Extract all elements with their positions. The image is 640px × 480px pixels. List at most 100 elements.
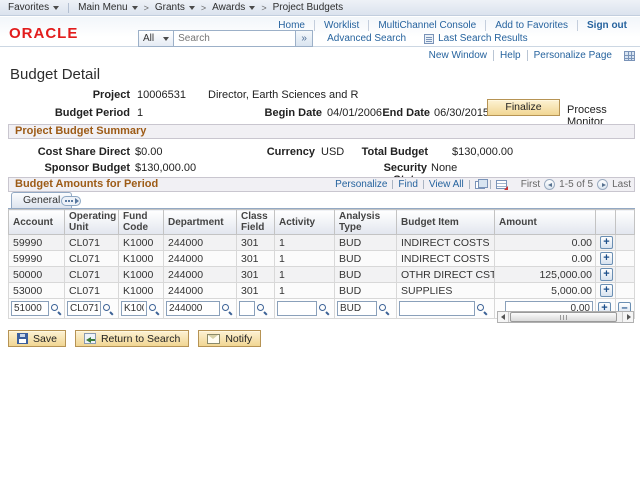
department-input[interactable] (166, 301, 220, 316)
breadcrumb-separator: > (144, 3, 149, 13)
sponsor-budget-value: $130,000.00 (135, 162, 196, 174)
personalize-link[interactable]: Personalize (335, 178, 387, 191)
scrollbar-track (509, 312, 622, 322)
download-to-excel-icon[interactable] (496, 180, 507, 189)
budget-detail-screen: Favorites Main Menu > Grants > Awards > … (0, 0, 640, 480)
new-window-link[interactable]: New Window (423, 50, 493, 61)
activity-input[interactable] (277, 301, 317, 316)
search-input[interactable] (174, 30, 296, 47)
lookup-icon[interactable] (256, 303, 268, 315)
breadcrumb-main-menu-label: Main Menu (78, 2, 127, 13)
add-row-button[interactable]: + (600, 236, 613, 249)
search-scope-select[interactable]: All (138, 30, 174, 47)
project-description: Director, Earth Sciences and R (208, 89, 358, 101)
table-header-row: Account Operating Unit Fund Code Departm… (9, 210, 635, 235)
chevron-down-icon (249, 6, 255, 10)
account-input[interactable] (11, 301, 49, 316)
add-row-button[interactable]: + (600, 268, 613, 281)
scrollbar-thumb[interactable] (510, 312, 617, 322)
help-link[interactable]: Help (493, 50, 527, 61)
search-go-button[interactable]: » (296, 30, 313, 47)
next-page-icon[interactable] (597, 179, 608, 190)
save-button-label: Save (33, 333, 57, 345)
breadcrumb-awards[interactable]: Awards (212, 2, 255, 13)
scroll-right-arrow[interactable] (622, 312, 633, 322)
search-bar: All » Advanced Search Last Search Result… (138, 30, 528, 47)
project-budget-summary-title: Project Budget Summary (15, 125, 146, 137)
header-bar: ORACLE Home Worklist MultiChannel Consol… (0, 17, 640, 47)
last-search-results[interactable]: Last Search Results (424, 33, 528, 44)
toolbar-separator (423, 180, 424, 189)
page-title: Budget Detail (10, 66, 100, 83)
horizontal-scrollbar[interactable] (497, 311, 634, 323)
breadcrumb-favorites[interactable]: Favorites (8, 2, 59, 13)
advanced-search-link[interactable]: Advanced Search (327, 33, 406, 44)
return-arrow-icon (84, 333, 96, 344)
col-department: Department (164, 210, 237, 235)
col-fund-code: Fund Code (119, 210, 164, 235)
toolbar-separator (490, 180, 491, 189)
page-action-toolbar: Save Return to Search Notify (8, 330, 261, 347)
lookup-icon[interactable] (318, 303, 330, 315)
col-amount: Amount (495, 210, 596, 235)
total-budget-label: Total Budget (360, 146, 428, 158)
oracle-logo: ORACLE (9, 25, 78, 42)
class-field-input[interactable] (239, 301, 255, 316)
previous-page-icon[interactable] (544, 179, 555, 190)
project-budget-summary-header: Project Budget Summary (8, 124, 635, 139)
table-row: 59990 CL071 K1000 244000 301 1 BUD INDIR… (9, 251, 635, 267)
search-results-icon (424, 34, 434, 44)
sign-out-link[interactable]: Sign out (577, 20, 636, 31)
lookup-icon[interactable] (378, 303, 390, 315)
view-all-link[interactable]: View All (429, 178, 464, 191)
currency-label: Currency (255, 146, 315, 158)
lookup-icon[interactable] (50, 303, 62, 315)
notify-button-label: Notify (225, 333, 252, 345)
toolbar-separator (392, 180, 393, 189)
finalize-button[interactable]: Finalize (487, 99, 560, 116)
end-date-value: 06/30/2015 (434, 107, 489, 119)
breadcrumb-main-menu[interactable]: Main Menu (78, 2, 137, 13)
chevron-down-icon (189, 6, 195, 10)
budget-item-input[interactable] (399, 301, 475, 316)
chevron-down-icon (53, 6, 59, 10)
sponsor-budget-label: Sponsor Budget (0, 162, 130, 174)
analysis-type-input[interactable] (337, 301, 377, 316)
envelope-icon (207, 334, 220, 344)
notify-button[interactable]: Notify (198, 330, 261, 347)
page-layout-icon[interactable] (624, 51, 635, 61)
grid-tab-strip: General (8, 192, 635, 209)
pager-last-label[interactable]: Last (612, 178, 631, 191)
show-all-columns-icon[interactable] (61, 196, 81, 206)
breadcrumb-separator: > (261, 3, 266, 13)
breadcrumb-current-page[interactable]: Project Budgets (273, 2, 344, 13)
add-row-button[interactable]: + (600, 252, 613, 265)
toolbar-separator (469, 180, 470, 189)
chevron-down-icon (163, 37, 169, 41)
col-activity: Activity (275, 210, 335, 235)
col-account: Account (9, 210, 65, 235)
find-link[interactable]: Find (398, 178, 417, 191)
save-button[interactable]: Save (8, 330, 66, 347)
project-value: 10006531 (137, 89, 186, 101)
col-analysis-type: Analysis Type (335, 210, 397, 235)
personalize-page-link[interactable]: Personalize Page (527, 50, 618, 61)
cost-share-direct-value: $0.00 (135, 146, 163, 158)
zoom-grid-icon[interactable] (475, 181, 485, 189)
lookup-icon[interactable] (148, 303, 160, 315)
fund-code-input[interactable] (121, 301, 147, 316)
lookup-icon[interactable] (102, 303, 114, 315)
search-scope-value: All (143, 33, 154, 44)
add-row-button[interactable]: + (600, 284, 613, 297)
lookup-icon[interactable] (221, 303, 233, 315)
pager-first-label[interactable]: First (521, 178, 540, 191)
scroll-left-arrow[interactable] (498, 312, 509, 322)
page-links: New Window Help Personalize Page (423, 50, 635, 61)
operating-unit-input[interactable] (67, 301, 101, 316)
lookup-icon[interactable] (476, 303, 488, 315)
return-to-search-button[interactable]: Return to Search (75, 330, 189, 347)
col-class-field: Class Field (237, 210, 275, 235)
breadcrumb-grants[interactable]: Grants (155, 2, 195, 13)
project-label: Project (0, 89, 130, 101)
breadcrumb: Favorites Main Menu > Grants > Awards > … (0, 0, 640, 16)
